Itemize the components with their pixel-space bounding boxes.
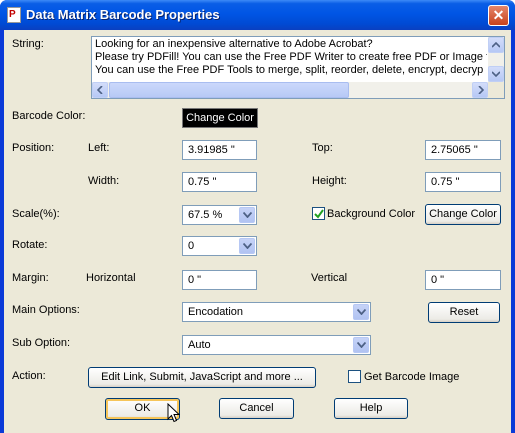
rotate-select[interactable]: 0 — [182, 236, 257, 256]
horizontal-scrollbar[interactable] — [92, 82, 488, 98]
main-options-label: Main Options: — [12, 304, 80, 316]
vertical-scrollbar[interactable] — [488, 37, 504, 82]
checkmark-icon — [314, 209, 324, 219]
dropdown-arrow-icon[interactable] — [239, 238, 255, 254]
close-icon: ✕ — [492, 7, 505, 23]
get-barcode-image-checkbox[interactable] — [348, 370, 361, 383]
width-input[interactable]: 0.75 " — [182, 172, 257, 192]
string-line: Looking for an inexpensive alternative t… — [95, 38, 373, 50]
main-options-select-value: Encodation — [188, 306, 244, 318]
dropdown-arrow-icon[interactable] — [239, 207, 255, 223]
string-line: You can use the Free PDF Tools to merge,… — [95, 64, 484, 76]
barcode-change-color-button[interactable]: Change Color — [182, 108, 258, 128]
position-label: Position: — [12, 142, 55, 154]
barcode-color-label: Barcode Color: — [12, 110, 86, 122]
dialog-window: P Data Matrix Barcode Properties ✕ Strin… — [0, 0, 515, 433]
height-label: Height: — [312, 175, 347, 187]
scroll-down-icon[interactable] — [488, 66, 504, 82]
scrollbar-corner — [488, 82, 504, 98]
edit-link-button[interactable]: Edit Link, Submit, JavaScript and more .… — [88, 367, 316, 388]
horizontal-margin-input[interactable]: 0 " — [182, 270, 257, 290]
background-color-checkbox[interactable] — [312, 207, 325, 220]
main-options-select[interactable]: Encodation — [182, 302, 371, 322]
action-label: Action: — [12, 370, 46, 382]
string-textarea[interactable]: Looking for an inexpensive alternative t… — [91, 36, 505, 99]
dropdown-arrow-icon[interactable] — [353, 304, 369, 320]
scale-label: Scale(%): — [12, 208, 60, 220]
scroll-right-icon[interactable] — [472, 82, 488, 98]
top-label: Top: — [312, 142, 333, 154]
scale-select[interactable]: 67.5 % — [182, 205, 257, 225]
dialog-body: String: Looking for an inexpensive alter… — [4, 30, 511, 433]
sub-option-select[interactable]: Auto — [182, 335, 371, 355]
help-button[interactable]: Help — [334, 398, 408, 419]
window-title: Data Matrix Barcode Properties — [26, 7, 220, 22]
dropdown-arrow-icon[interactable] — [353, 337, 369, 353]
horizontal-scroll-thumb[interactable] — [109, 82, 349, 98]
get-barcode-image-label: Get Barcode Image — [364, 371, 460, 383]
sub-option-label: Sub Option: — [12, 337, 71, 349]
mouse-cursor-icon — [167, 403, 180, 423]
height-input[interactable]: 0.75 " — [425, 172, 501, 192]
background-change-color-button[interactable]: Change Color — [425, 204, 501, 225]
horizontal-label: Horizontal — [86, 272, 136, 284]
scroll-up-icon[interactable] — [488, 37, 504, 53]
width-label: Width: — [88, 175, 120, 187]
pdf-app-icon: P — [7, 7, 21, 23]
rotate-select-value: 0 — [188, 240, 195, 252]
rotate-label: Rotate: — [12, 239, 48, 251]
reset-button[interactable]: Reset — [428, 302, 500, 323]
left-input[interactable]: 3.91985 " — [182, 140, 257, 160]
scale-select-value: 67.5 % — [188, 209, 223, 221]
title-bar[interactable]: P Data Matrix Barcode Properties ✕ — [0, 0, 515, 30]
cancel-button[interactable]: Cancel — [219, 398, 294, 419]
margin-label: Margin: — [12, 272, 49, 284]
left-label: Left: — [88, 142, 110, 154]
background-color-label: Background Color — [327, 208, 416, 220]
scroll-left-icon[interactable] — [92, 82, 108, 98]
string-line: Please try PDFill! You can use the Free … — [95, 51, 487, 63]
vertical-label: Vertical — [311, 272, 348, 284]
vertical-margin-input[interactable]: 0 " — [425, 270, 501, 290]
string-label: String: — [12, 38, 44, 50]
sub-option-select-value: Auto — [188, 339, 211, 351]
close-button[interactable]: ✕ — [488, 5, 509, 26]
top-input[interactable]: 2.75065 " — [425, 140, 501, 160]
